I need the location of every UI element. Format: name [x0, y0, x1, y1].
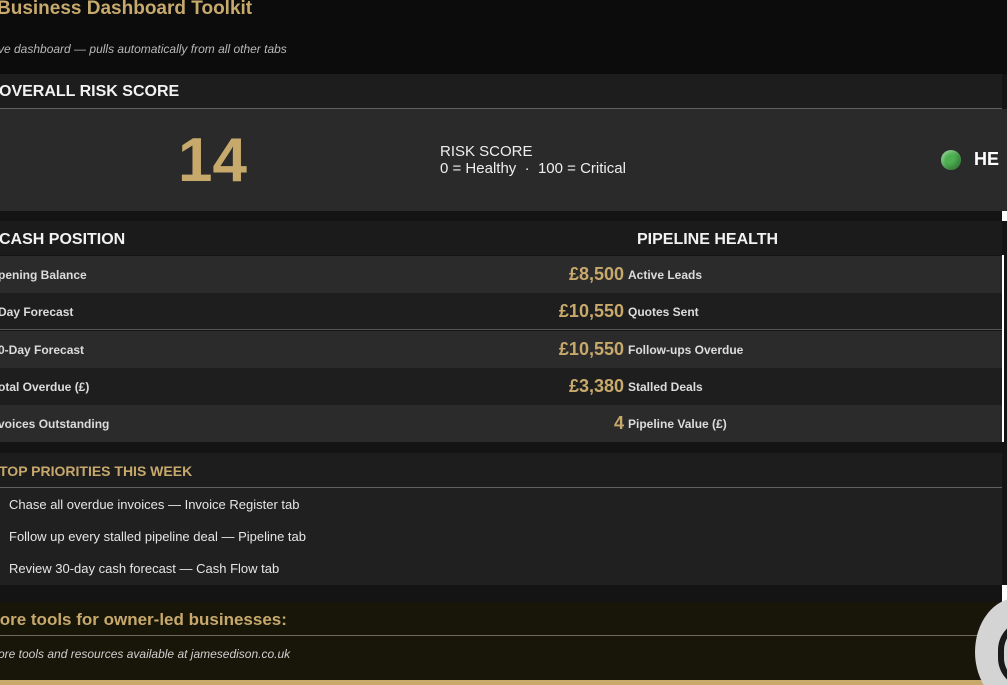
dashboard-page: Business Dashboard Toolkit ve dashboard … [0, 0, 1007, 685]
cash-row-label: 0-Day Forecast [0, 343, 85, 357]
cash-pipeline-heading: CASH POSITION PIPELINE HEALTH [0, 221, 1002, 255]
pipeline-row-label: Quotes Sent [628, 305, 699, 319]
pipeline-row-label: Follow-ups Overdue [628, 343, 744, 357]
cash-row-value: 4 [613, 413, 624, 433]
more-tools-title: lore tools for owner-led businesses: [0, 610, 287, 629]
sheet-edge-marker [1002, 211, 1007, 221]
cash-row-label: pening Balance [0, 268, 87, 282]
risk-status: HE [941, 149, 999, 170]
risk-score-value: 14 [178, 126, 247, 195]
risk-score-scale: 0 = Healthy · 100 = Critical [440, 160, 626, 177]
pipeline-row-label: Active Leads [628, 268, 703, 282]
footer-accent-bar [0, 680, 1007, 685]
pipeline-row-label: Stalled Deals [628, 380, 703, 394]
priorities-heading: TOP PRIORITIES THIS WEEK [0, 453, 1002, 488]
table-row: 0-Day Forecast £10,550 Follow-ups Overdu… [0, 331, 1002, 368]
sheet-edge-marker [1002, 255, 1004, 442]
more-tools-banner: lore tools for owner-led businesses: ore… [0, 602, 1007, 680]
pipeline-health-heading: PIPELINE HEALTH [637, 231, 779, 248]
priorities-list: Chase all overdue invoices — Invoice Reg… [0, 488, 1002, 585]
divider [0, 635, 1002, 636]
table-row: Day Forecast £10,550 Quotes Sent [0, 293, 1002, 330]
page-title: Business Dashboard Toolkit [0, 0, 253, 19]
green-circle-icon [941, 149, 961, 170]
page-subtitle: ve dashboard — pulls automatically from … [0, 42, 287, 56]
cash-row-value: £10,550 [558, 339, 624, 359]
cash-row-value: £8,500 [568, 264, 624, 284]
priorities-heading-text: TOP PRIORITIES THIS WEEK [0, 463, 193, 479]
cash-row-label: Day Forecast [0, 305, 74, 319]
cash-position-heading: CASH POSITION [0, 231, 126, 248]
list-item: Chase all overdue invoices — Invoice Reg… [9, 497, 300, 512]
list-item: Review 30-day cash forecast — Cash Flow … [9, 561, 280, 576]
risk-score-panel: 14 RISK SCORE 0 = Healthy · 100 = Critic… [0, 109, 1007, 211]
table-row: pening Balance £8,500 Active Leads [0, 256, 1002, 293]
risk-score-legend: RISK SCORE 0 = Healthy · 100 = Critical [440, 143, 626, 177]
risk-score-heading-text: OVERALL RISK SCORE [0, 83, 180, 100]
table-row: voices Outstanding 4 Pipeline Value (£) [0, 405, 1002, 442]
cash-row-label: voices Outstanding [0, 417, 110, 431]
dashboard-header: Business Dashboard Toolkit ve dashboard … [0, 0, 1007, 74]
cash-row-value: £3,380 [568, 376, 624, 396]
list-item: Follow up every stalled pipeline deal — … [9, 529, 307, 544]
cash-row-value: £10,550 [558, 301, 624, 321]
cash-row-label: otal Overdue (£) [0, 380, 90, 394]
risk-status-label: HE [974, 149, 1000, 169]
pipeline-row-label: Pipeline Value (£) [628, 417, 727, 431]
risk-score-heading: OVERALL RISK SCORE [0, 74, 1002, 109]
risk-score-label: RISK SCORE [440, 143, 533, 160]
more-tools-link-text[interactable]: ore tools and resources available at jam… [0, 647, 290, 661]
table-row: otal Overdue (£) £3,380 Stalled Deals [0, 368, 1002, 405]
